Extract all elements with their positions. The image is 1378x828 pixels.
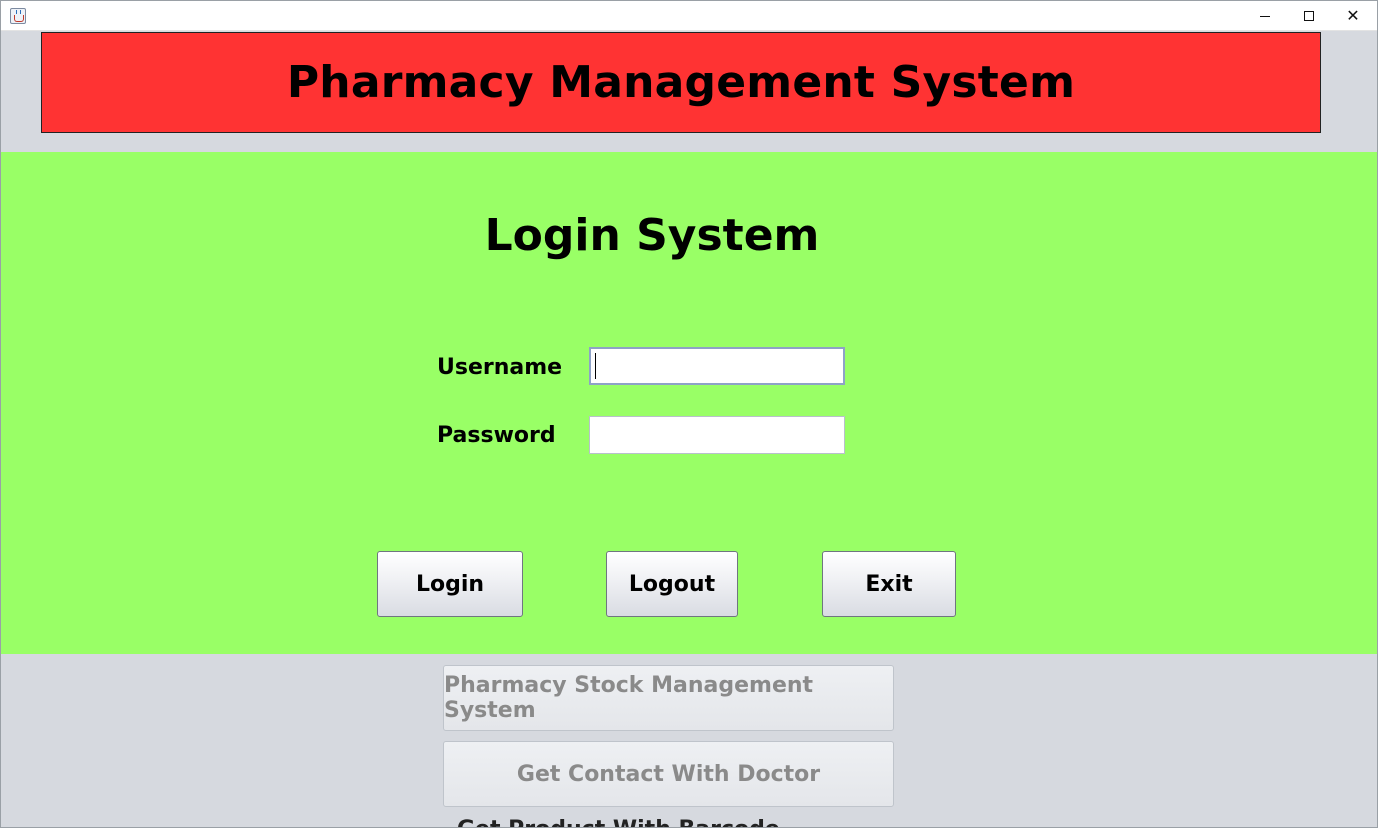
exit-button[interactable]: Exit — [822, 551, 956, 617]
app-window: ✕ Pharmacy Management System Login Syste… — [0, 0, 1378, 828]
logout-button[interactable]: Logout — [606, 551, 738, 617]
password-label: Password — [437, 423, 556, 448]
page-title: Pharmacy Management System — [286, 57, 1076, 108]
text-caret — [595, 353, 596, 379]
pharmacy-stock-button[interactable]: Pharmacy Stock Management System — [443, 665, 894, 731]
minimize-button[interactable] — [1242, 1, 1288, 31]
close-icon: ✕ — [1346, 6, 1360, 25]
barcode-button-label[interactable]: Get Product With Barcode — [457, 817, 780, 827]
login-title: Login System — [484, 210, 820, 261]
title-bar: ✕ — [1, 1, 1377, 31]
password-input[interactable] — [589, 416, 845, 454]
maximize-button[interactable] — [1286, 1, 1332, 31]
minimize-icon — [1260, 15, 1270, 17]
username-label: Username — [437, 355, 563, 380]
java-cup-icon — [10, 8, 26, 24]
header-banner: Pharmacy Management System — [41, 32, 1321, 133]
username-input[interactable] — [589, 347, 845, 385]
maximize-icon — [1304, 11, 1314, 21]
login-panel: Login System Username Password Login Log… — [1, 152, 1377, 654]
contact-doctor-button[interactable]: Get Contact With Doctor — [443, 741, 894, 807]
login-button[interactable]: Login — [377, 551, 523, 617]
close-button[interactable]: ✕ — [1330, 1, 1376, 31]
